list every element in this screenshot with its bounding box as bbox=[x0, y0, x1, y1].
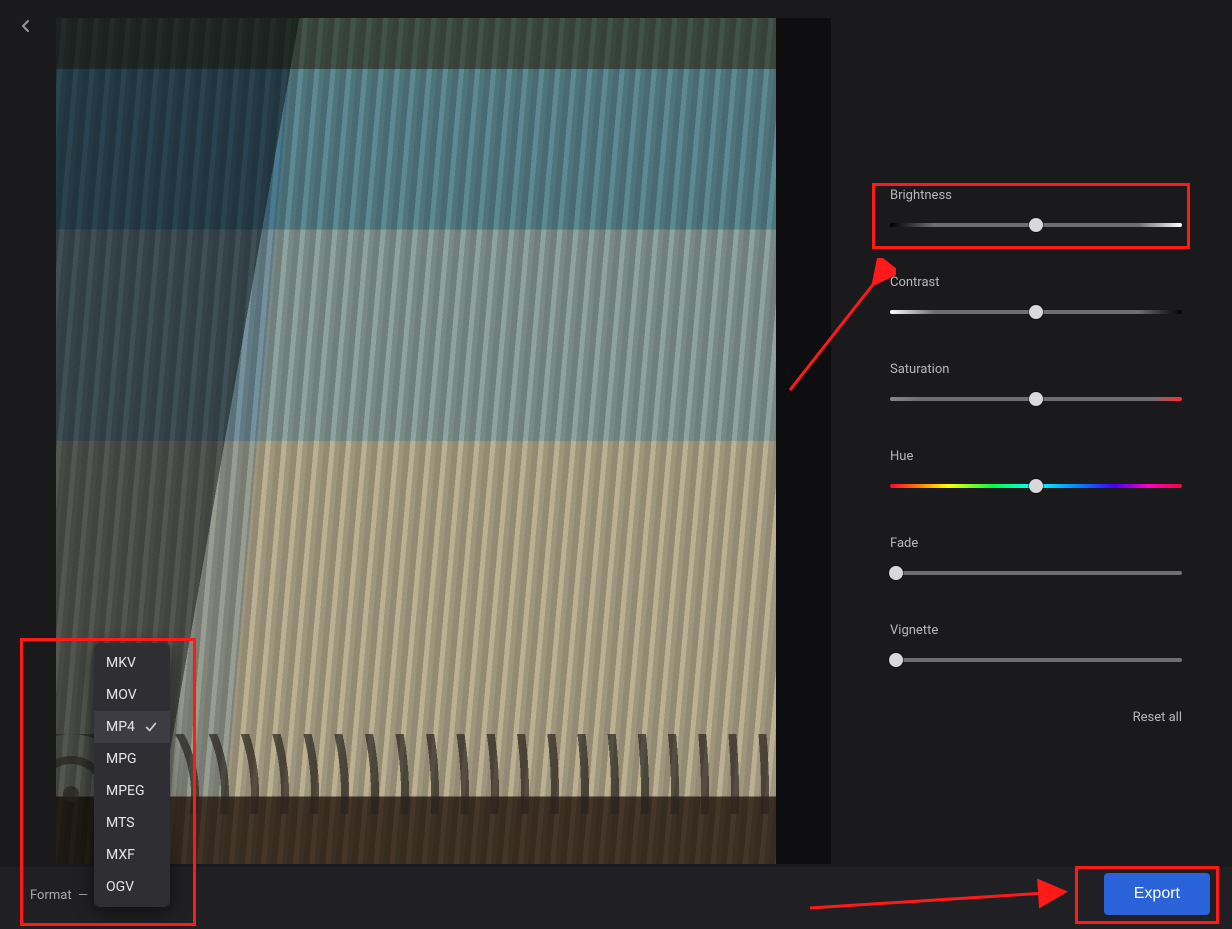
slider-track[interactable] bbox=[890, 397, 1182, 401]
export-button[interactable]: Export bbox=[1104, 873, 1210, 915]
slider-label: Brightness bbox=[890, 188, 1182, 203]
slider-thumb[interactable] bbox=[1029, 218, 1043, 232]
slider-vignette: Vignette bbox=[890, 623, 1182, 662]
slider-label: Vignette bbox=[890, 623, 1182, 638]
slider-track[interactable] bbox=[890, 223, 1182, 227]
slider-thumb[interactable] bbox=[889, 653, 903, 667]
slider-saturation: Saturation bbox=[890, 362, 1182, 401]
format-option-label: MTS bbox=[106, 815, 135, 831]
format-option-mts[interactable]: MTS bbox=[94, 807, 170, 839]
bottom-bar: Format — MKVMOVMP4MPGMPEGMTSMXFOGV Expor… bbox=[0, 867, 1232, 929]
slider-label: Contrast bbox=[890, 275, 1182, 290]
format-option-label: MOV bbox=[106, 687, 137, 703]
slider-hue: Hue bbox=[890, 449, 1182, 488]
format-option-mpeg[interactable]: MPEG bbox=[94, 775, 170, 807]
slider-contrast: Contrast bbox=[890, 275, 1182, 314]
preview-area bbox=[56, 18, 831, 864]
format-option-label: MKV bbox=[106, 655, 136, 671]
slider-label: Saturation bbox=[890, 362, 1182, 377]
format-option-label: MPEG bbox=[106, 783, 145, 799]
check-icon bbox=[144, 720, 158, 734]
format-option-label: MP4 bbox=[106, 719, 135, 735]
format-option-ogv[interactable]: OGV bbox=[94, 871, 170, 903]
chevron-left-icon bbox=[18, 18, 34, 34]
reset-all-button[interactable]: Reset all bbox=[890, 710, 1182, 725]
slider-thumb[interactable] bbox=[1029, 392, 1043, 406]
slider-track[interactable] bbox=[890, 658, 1182, 662]
format-option-label: MPG bbox=[106, 751, 137, 767]
slider-label: Hue bbox=[890, 449, 1182, 464]
format-option-mkv[interactable]: MKV bbox=[94, 647, 170, 679]
slider-fade: Fade bbox=[890, 536, 1182, 575]
back-button[interactable] bbox=[18, 18, 34, 38]
format-label: Format — bbox=[30, 888, 88, 903]
format-option-label: MXF bbox=[106, 847, 135, 863]
format-option-mp4[interactable]: MP4 bbox=[94, 711, 170, 743]
slider-track[interactable] bbox=[890, 310, 1182, 314]
format-option-mpg[interactable]: MPG bbox=[94, 743, 170, 775]
slider-label: Fade bbox=[890, 536, 1182, 551]
format-option-mov[interactable]: MOV bbox=[94, 679, 170, 711]
format-dropdown[interactable]: MKV MOV MP4 MPG MPEG MTS MXF OGV bbox=[94, 643, 170, 907]
slider-thumb[interactable] bbox=[1029, 479, 1043, 493]
format-option-mxf[interactable]: MXF bbox=[94, 839, 170, 871]
format-option-label: OGV bbox=[106, 879, 134, 895]
slider-track[interactable] bbox=[890, 571, 1182, 575]
adjustments-panel: Brightness Contrast Saturation Hue Fade Vigne… bbox=[890, 188, 1182, 725]
slider-thumb[interactable] bbox=[889, 566, 903, 580]
slider-track[interactable] bbox=[890, 484, 1182, 488]
slider-thumb[interactable] bbox=[1029, 305, 1043, 319]
slider-brightness: Brightness bbox=[890, 188, 1182, 227]
